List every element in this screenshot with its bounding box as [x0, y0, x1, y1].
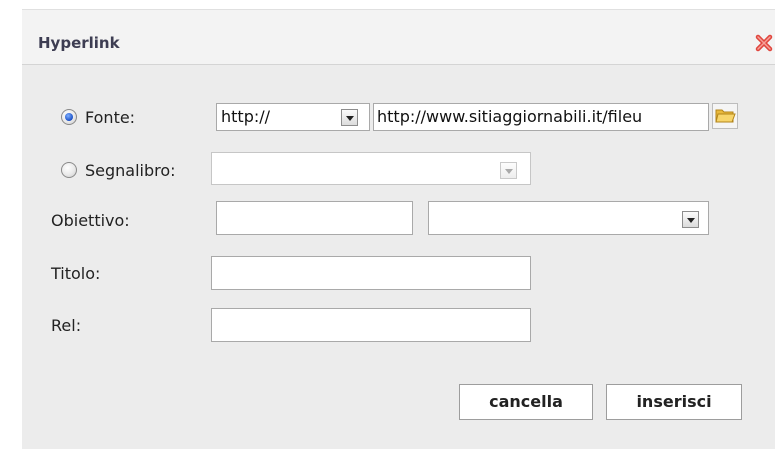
- source-radio[interactable]: [61, 109, 77, 125]
- title-input[interactable]: [211, 256, 531, 290]
- bookmark-label: Segnalibro:: [85, 161, 176, 180]
- url-input[interactable]: http://www.sitiaggiornabili.it/fileu: [373, 103, 709, 131]
- dialog-title: Hyperlink: [38, 34, 120, 52]
- close-icon[interactable]: [755, 34, 773, 52]
- folder-icon[interactable]: [712, 103, 738, 133]
- insert-button[interactable]: inserisci: [606, 384, 742, 420]
- source-label: Fonte:: [85, 108, 136, 127]
- bookmark-radio[interactable]: [61, 162, 77, 178]
- title-label: Titolo:: [51, 264, 101, 283]
- target-label: Obiettivo:: [51, 211, 130, 230]
- url-value: http://www.sitiaggiornabili.it/fileu: [377, 107, 643, 126]
- bookmark-select[interactable]: [211, 152, 531, 185]
- rel-input[interactable]: [211, 308, 531, 342]
- chevron-down-icon[interactable]: [341, 109, 358, 126]
- target-select[interactable]: [428, 201, 709, 235]
- protocol-value: http://: [221, 107, 271, 126]
- chevron-down-icon[interactable]: [500, 162, 517, 179]
- dialog-titlebar: Hyperlink: [22, 10, 775, 65]
- chevron-down-icon[interactable]: [682, 211, 699, 228]
- rel-label: Rel:: [51, 316, 82, 335]
- target-input[interactable]: [216, 201, 413, 235]
- cancel-button[interactable]: cancella: [459, 384, 593, 420]
